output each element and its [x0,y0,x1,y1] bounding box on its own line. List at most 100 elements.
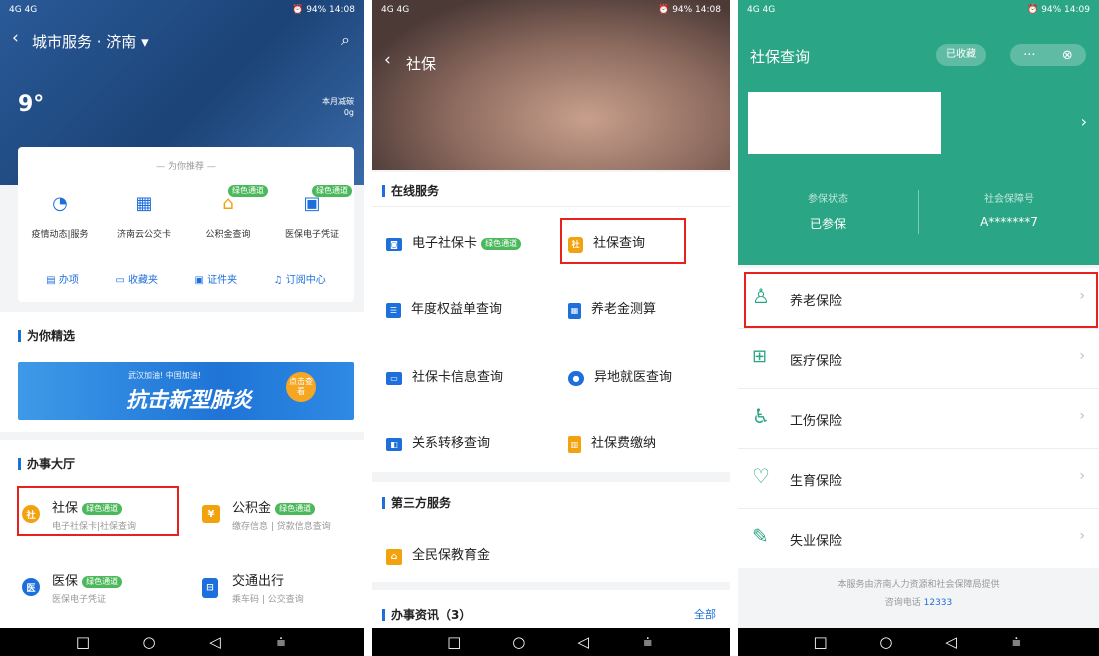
green-badge: 绿色通道 [228,185,268,197]
tool-row: ▤ 办项 ▭ 收藏夹 ▣ 证件夹 ♫ 订阅中心 [28,271,344,286]
traffic-light-icon: ⊟ [202,578,218,598]
recommend-header: — 为你推荐 — [156,162,216,172]
service-e-card[interactable]: ◙ 电子社保卡 绿色通道 [386,232,522,251]
recommend-item-medical[interactable]: 绿色通道 ▣ 医保电子凭证 [270,185,354,240]
hall-item-medical[interactable]: 医 医保 绿色通道 医保电子凭证 [20,568,180,610]
back-triangle-icon[interactable]: ◁ [941,632,961,652]
collected-button[interactable]: 已收藏 [936,44,986,66]
square-icon[interactable]: □ [73,632,93,652]
menu-icon[interactable]: ⩧ [638,632,658,652]
square-icon[interactable]: □ [811,632,831,652]
service-card-info[interactable]: ▭ 社保卡信息查询 [386,366,503,385]
chevron-right-icon[interactable]: › [1081,112,1087,131]
phone-number[interactable]: 12333 [924,598,953,608]
third-party-item[interactable]: ⌂ 全民保教育金 [386,544,490,565]
recommend-label: 疫情动态|服务 [31,230,89,240]
home-circle-icon[interactable]: ○ [139,632,159,652]
tool-favorites[interactable]: ▭ 收藏夹 [115,271,158,286]
chevron-right-icon: › [1079,528,1085,544]
status-block: 参保状态 已参保 [738,190,918,232]
footer-text: 本服务由济南人力资源和社会保障局提供 [837,580,1000,590]
signal-text: 4G 4G [381,5,410,15]
service-label: 年度权益单查询 [411,302,503,317]
tool-subscription[interactable]: ♫ 订阅中心 [274,271,326,286]
list-item-maternity[interactable]: ♡ 生育保险 › [738,448,1099,508]
id-block: 社会保障号 A*******7 [919,190,1099,229]
page-title: 社保 [406,55,437,73]
hall-item-title-text: 医保 [52,574,79,589]
recommend-label: 公积金查询 [205,230,251,240]
hall-item-housing-fund[interactable]: ¥ 公积金 绿色通道 缴存信息 | 贷款信息查询 [200,495,360,537]
clock-icon: ◔ [52,193,68,214]
back-triangle-icon[interactable]: ◁ [205,632,225,652]
tool-certificates[interactable]: ▣ 证件夹 [194,271,237,286]
menu-icon[interactable]: ⩧ [1006,632,1026,652]
id-value: A*******7 [980,215,1038,229]
tool-label: 办项 [58,275,79,286]
card-icon: ▣ [194,275,204,286]
service-label: 关系转移查询 [412,436,491,451]
more-icon[interactable]: ··· [1023,48,1035,63]
epidemic-banner[interactable]: 武汉加油! 中国加油! 抗击新型肺炎 点击查看 [18,362,354,420]
home-circle-icon[interactable]: ○ [876,632,896,652]
service-fee-payment[interactable]: ▥ 社保费缴纳 [568,432,656,453]
status-bar: 4G 4G ⏰ 94% 14:09 [738,0,1099,20]
battery-time-text: ⏰ 94% 14:08 [658,5,721,15]
signal-text: 4G 4G [9,5,38,15]
hall-item-title: 医保 绿色通道 [52,570,123,589]
list-item-label: 工伤保险 [790,414,843,429]
house-icon: ¥ [202,505,220,523]
tool-todo[interactable]: ▤ 办项 [46,271,79,286]
banner-small-text: 武汉加油! 中国加油! [128,371,201,380]
nav-bar: □ ○ ◁ ⩧ [738,628,1099,656]
baby-clothes-icon: ♡ [752,464,770,488]
battery-time-text: ⏰ 94% 14:09 [1027,5,1090,15]
hall-item-sub: 缴存信息 | 贷款信息查询 [232,522,331,532]
service-annual-statement[interactable]: ☰ 年度权益单查询 [386,298,502,318]
recommend-item-bus-card[interactable]: ▦ 济南云公交卡 [102,193,186,240]
page-title[interactable]: 城市服务 · 济南 ▾ [32,31,149,52]
tool-label: 订阅中心 [285,275,326,286]
square-icon[interactable]: □ [444,632,464,652]
person-location-icon: ● [568,371,584,386]
service-remote-medical[interactable]: ● 异地就医查询 [568,366,672,386]
list-item-unemployment[interactable]: ✎ 失业保险 › [738,508,1099,568]
hall-item-title-text: 交通出行 [232,574,285,589]
chevron-right-icon: › [1079,348,1085,364]
featured-title-text: 为你精选 [27,329,76,343]
carbon-widget[interactable]: 本月减碳 0g [322,96,354,118]
screen-social-security: 4G 4G ⏰ 94% 14:08 ‹ 社保 在线服务 ◙ 电子社保卡 绿色通道 社… [372,0,730,656]
news-all-link[interactable]: 全部 [694,606,716,622]
list-item-injury[interactable]: ♿ 工伤保险 › [738,388,1099,448]
list-item-medical[interactable]: ⊞ 医疗保险 › [738,328,1099,388]
menu-icon[interactable]: ⩧ [271,632,291,652]
third-party-title-text: 第三方服务 [391,496,452,510]
back-icon[interactable]: ‹ [384,50,391,70]
medkit-icon: ⊞ [752,346,768,367]
service-pension-calc[interactable]: ▦ 养老金测算 [568,298,656,319]
close-icon[interactable]: ⊗ [1062,48,1073,63]
third-party-title: 第三方服务 [382,494,451,511]
temperature: 9° [18,92,45,117]
green-badge: 绿色通道 [275,502,316,515]
online-title-text: 在线服务 [391,184,440,198]
hall-item-title: 公积金 绿色通道 [232,497,316,516]
banner-button[interactable]: 点击查看 [286,372,316,402]
hall-item-transport[interactable]: ⊟ 交通出行 乘车码 | 公交查询 [200,568,360,610]
back-icon[interactable]: ‹ [12,28,19,48]
status-value: 已参保 [809,217,846,231]
back-triangle-icon[interactable]: ◁ [573,632,593,652]
recommend-item-epidemic[interactable]: ◔ 疫情动态|服务 [18,193,102,240]
list-icon: ☰ [386,303,401,318]
tool-label: 收藏夹 [127,275,158,286]
nav-bar: □ ○ ◁ ⩧ [372,628,730,656]
third-party-label: 全民保教育金 [412,548,491,563]
recommend-label: 医保电子凭证 [284,230,339,240]
card-info-icon: ▭ [386,372,402,385]
transfer-icon: ◧ [386,438,402,451]
recommend-item-fund[interactable]: 绿色通道 ⌂ 公积金查询 [186,185,270,240]
hall-item-title-text: 公积金 [232,501,272,516]
home-circle-icon[interactable]: ○ [509,632,529,652]
service-transfer-query[interactable]: ◧ 关系转移查询 [386,432,490,451]
search-icon[interactable]: ⌕ [341,30,350,50]
